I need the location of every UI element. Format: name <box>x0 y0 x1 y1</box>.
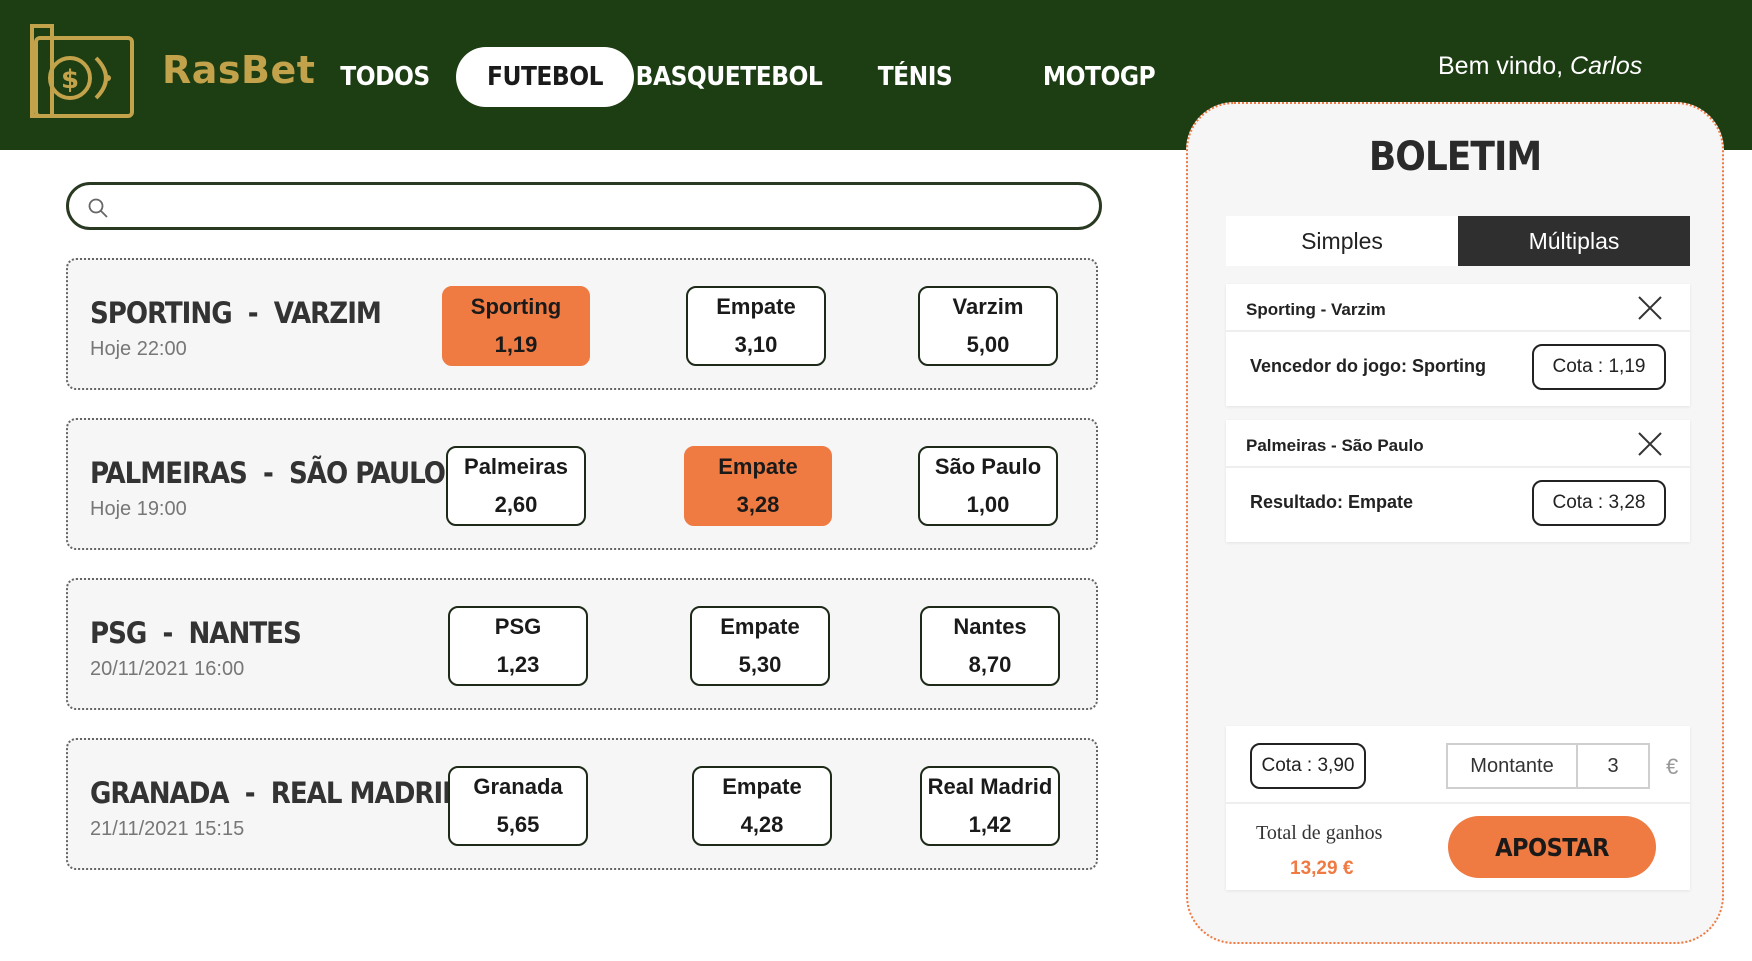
tab-tenis[interactable]: TÉNIS <box>850 47 980 107</box>
odd-button-draw[interactable]: Empate 4,28 <box>692 766 832 846</box>
search-icon <box>88 198 108 218</box>
tab-basquetebol[interactable]: BASQUETEBOL <box>636 47 823 107</box>
match-card: SPORTING - VARZIM Hoje 22:00 Sporting 1,… <box>66 258 1098 390</box>
odd-value: 1,19 <box>494 332 538 357</box>
odd-label: Sporting <box>470 294 562 319</box>
svg-text:$: $ <box>61 65 79 95</box>
odd-label: Granada <box>473 774 563 799</box>
bet-slip: BOLETIM Simples Múltiplas Sporting - Var… <box>1186 102 1724 944</box>
odd-value: 5,00 <box>966 332 1010 357</box>
tab-multiplas[interactable]: Múltiplas <box>1458 216 1690 266</box>
welcome-user: Carlos <box>1570 52 1643 80</box>
odd-button-home[interactable]: Palmeiras 2,60 <box>446 446 586 526</box>
match-title: PALMEIRAS - SÃO PAULO <box>90 456 446 490</box>
close-icon[interactable] <box>1636 294 1664 322</box>
odd-button-home[interactable]: PSG 1,23 <box>448 606 588 686</box>
odd-value: 5,65 <box>496 812 540 837</box>
odd-label: Real Madrid <box>927 774 1053 799</box>
odd-button-away[interactable]: São Paulo 1,00 <box>918 446 1058 526</box>
bet-description: Resultado: Empate <box>1250 492 1414 512</box>
bet-odd: Cota : 3,28 <box>1532 480 1666 526</box>
odd-value: 1,00 <box>966 492 1010 517</box>
odd-button-away[interactable]: Varzim 5,00 <box>918 286 1058 366</box>
place-bet-button[interactable]: APOSTAR <box>1448 816 1656 878</box>
match-away-team: SÃO PAULO <box>288 456 446 490</box>
odd-value: 3,28 <box>736 492 780 517</box>
currency-symbol: € <box>1666 754 1679 779</box>
brand-name[interactable]: RasBet <box>162 48 315 92</box>
bet-description: Vencedor do jogo: Sporting <box>1250 356 1486 376</box>
match-card: PSG - NANTES 20/11/2021 16:00 PSG 1,23 E… <box>66 578 1098 710</box>
close-icon[interactable] <box>1636 430 1664 458</box>
bet-slip-item: Palmeiras - São Paulo Resultado: Empate … <box>1226 420 1690 542</box>
odd-value: 3,10 <box>734 332 778 357</box>
bet-slip-item-header: Sporting - Varzim <box>1226 284 1690 332</box>
odd-value: 1,23 <box>496 652 540 677</box>
divider <box>1226 802 1690 804</box>
match-away-team: NANTES <box>188 616 301 650</box>
stake-label: Montante <box>1446 743 1578 789</box>
search-bar[interactable] <box>66 182 1102 230</box>
bet-slip-item-header: Palmeiras - São Paulo <box>1226 420 1690 468</box>
match-away-team: REAL MADRID <box>270 776 464 810</box>
odd-value: 1,42 <box>968 812 1012 837</box>
welcome-message: Bem vindo, Carlos <box>1438 52 1642 81</box>
match-home-team: GRANADA <box>90 776 230 810</box>
odd-label: Empate <box>720 614 800 639</box>
bet-slip-title: BOLETIM <box>1368 134 1542 180</box>
welcome-greeting: Bem vindo, <box>1438 52 1571 80</box>
odd-label: Empate <box>722 774 802 799</box>
odd-label: Palmeiras <box>464 454 568 479</box>
match-home-team: SPORTING <box>90 296 233 330</box>
odd-label: PSG <box>494 614 542 639</box>
odd-value: 4,28 <box>740 812 784 837</box>
match-away-team: VARZIM <box>273 296 382 330</box>
odd-label: Empate <box>716 294 796 319</box>
stake-input[interactable] <box>1576 743 1650 789</box>
tab-todos[interactable]: TODOS <box>320 47 450 107</box>
tab-motogp[interactable]: MOTOGP <box>1034 47 1164 107</box>
total-odd: Cota : 3,90 <box>1250 743 1366 789</box>
bet-summary: Cota : 3,90 Montante € Total de ganhos 1… <box>1226 726 1690 890</box>
match-card: PALMEIRAS - SÃO PAULO Hoje 19:00 Palmeir… <box>66 418 1098 550</box>
match-card: GRANADA - REAL MADRID 21/11/2021 15:15 G… <box>66 738 1098 870</box>
odd-label: Empate <box>718 454 798 479</box>
match-date: 20/11/2021 16:00 <box>90 658 245 680</box>
money-bill-icon[interactable]: $ <box>24 20 140 124</box>
odd-button-home[interactable]: Granada 5,65 <box>448 766 588 846</box>
bet-match: Sporting - Varzim <box>1246 300 1386 319</box>
tab-futebol[interactable]: FUTEBOL <box>456 47 634 107</box>
odd-value: 2,60 <box>494 492 538 517</box>
odd-button-away[interactable]: Nantes 8,70 <box>920 606 1060 686</box>
gains-label: Total de ganhos <box>1256 822 1383 844</box>
match-home-team: PSG <box>90 616 147 650</box>
odd-button-home[interactable]: Sporting 1,19 <box>442 286 590 366</box>
search-input[interactable] <box>115 191 1075 221</box>
tab-simples[interactable]: Simples <box>1226 216 1458 266</box>
odd-button-draw[interactable]: Empate 5,30 <box>690 606 830 686</box>
bet-slip-item: Sporting - Varzim Vencedor do jogo: Spor… <box>1226 284 1690 406</box>
gains-value: 13,29 € <box>1290 858 1354 879</box>
odd-label: São Paulo <box>934 454 1042 479</box>
match-home-team: PALMEIRAS <box>90 456 248 490</box>
match-title: PSG - NANTES <box>90 616 302 650</box>
odd-value: 5,30 <box>738 652 782 677</box>
odd-button-draw[interactable]: Empate 3,28 <box>684 446 832 526</box>
bet-odd: Cota : 1,19 <box>1532 344 1666 390</box>
bet-match: Palmeiras - São Paulo <box>1246 436 1424 455</box>
odd-button-draw[interactable]: Empate 3,10 <box>686 286 826 366</box>
match-date: 21/11/2021 15:15 <box>90 818 245 840</box>
match-date: Hoje 19:00 <box>90 498 187 520</box>
match-date: Hoje 22:00 <box>90 338 187 360</box>
odd-label: Varzim <box>952 294 1024 319</box>
odd-button-away[interactable]: Real Madrid 1,42 <box>920 766 1060 846</box>
match-title: SPORTING - VARZIM <box>90 296 382 330</box>
odd-value: 8,70 <box>968 652 1012 677</box>
match-title: GRANADA - REAL MADRID <box>90 776 464 810</box>
odd-label: Nantes <box>953 614 1027 639</box>
